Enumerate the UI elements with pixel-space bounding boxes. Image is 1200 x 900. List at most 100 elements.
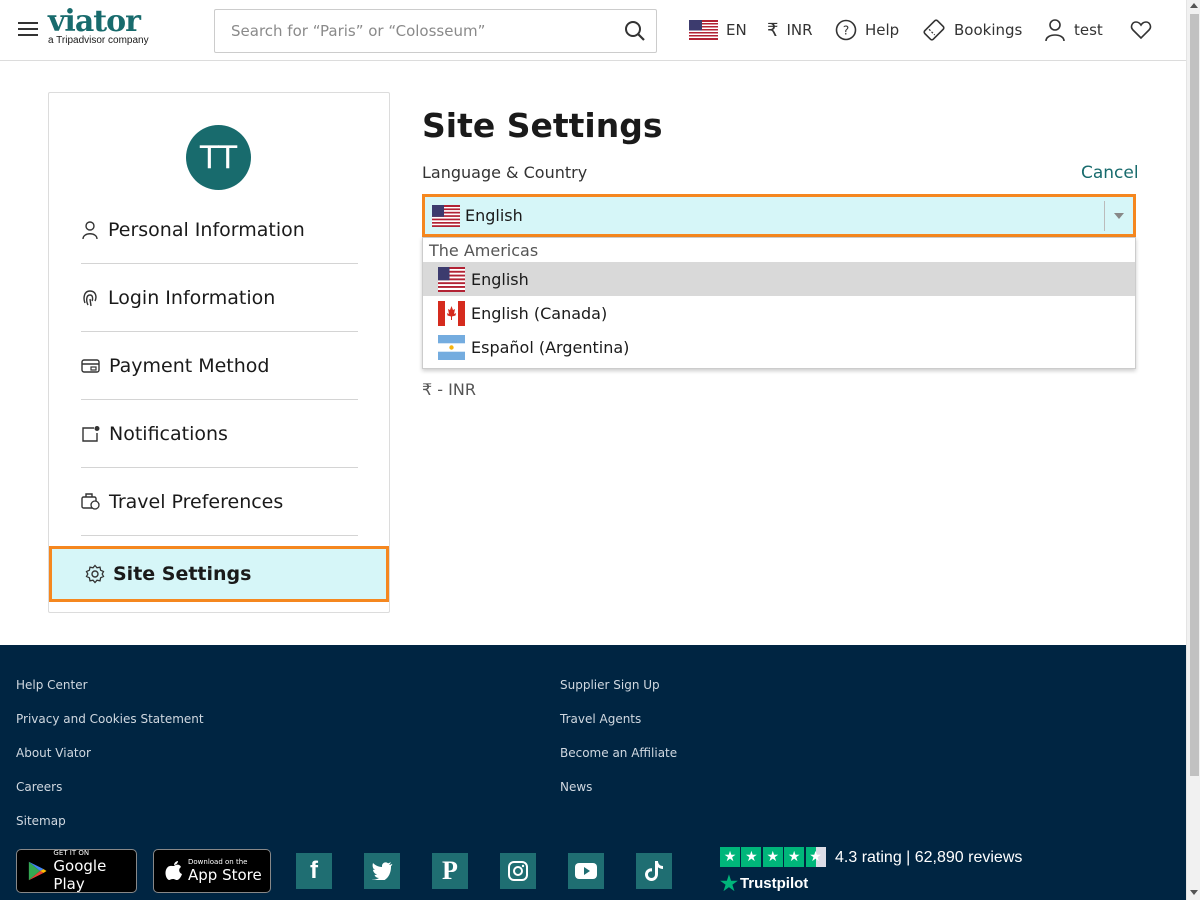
footer-link-affiliate[interactable]: Become an Affiliate (560, 746, 677, 760)
logo-subtitle: a Tripadvisor company (48, 35, 149, 46)
notification-icon (82, 425, 100, 442)
app-store-small-text: Download on the (188, 858, 248, 866)
search-box[interactable] (214, 9, 657, 53)
half-star-icon: ★ (805, 847, 826, 867)
option-label: English (471, 269, 529, 289)
option-english-canada[interactable]: English (Canada) (423, 296, 1135, 330)
option-espanol-argentina[interactable]: Español (Argentina) (423, 330, 1135, 364)
svg-text:?: ? (843, 24, 849, 38)
google-play-small-text: GET IT ON (53, 849, 90, 857)
avatar: TT (186, 125, 251, 190)
bookings-link[interactable]: Bookings (922, 16, 1022, 44)
twitter-icon[interactable] (364, 853, 400, 889)
search-input[interactable] (215, 10, 605, 52)
us-flag-icon (432, 204, 460, 227)
footer-link-about[interactable]: About Viator (16, 746, 91, 760)
sidebar-item-site-settings[interactable]: Site Settings (49, 546, 389, 602)
sidebar-item-label: Travel Preferences (109, 490, 284, 513)
account-link[interactable]: test (1044, 16, 1103, 44)
us-flag-icon (689, 20, 718, 40)
help-icon: ? (835, 19, 857, 41)
pinterest-icon[interactable]: P (432, 853, 468, 889)
option-label: Español (Argentina) (471, 337, 630, 357)
star-icon: ★ (720, 847, 740, 867)
sidebar-item-label: Site Settings (113, 563, 252, 585)
app-store-badge[interactable]: Download on the App Store (153, 849, 271, 893)
option-english[interactable]: English (423, 262, 1135, 296)
google-play-badge[interactable]: GET IT ON Google Play (16, 849, 137, 893)
canada-flag-icon (438, 300, 465, 326)
sidebar-item-travel-preferences[interactable]: Travel Preferences (81, 468, 358, 536)
dropdown-group-label: The Americas (429, 241, 539, 260)
selected-language: English (465, 206, 523, 225)
instagram-icon[interactable] (500, 853, 536, 889)
footer-link-help-center[interactable]: Help Center (16, 678, 88, 692)
site-header: viator a Tripadvisor company EN ₹ INR ? … (0, 0, 1186, 61)
sidebar-item-label: Login Information (108, 286, 276, 309)
gear-icon (85, 564, 105, 584)
youtube-icon[interactable] (568, 853, 604, 889)
facebook-icon[interactable]: f (296, 853, 332, 889)
help-link[interactable]: ? Help (835, 16, 899, 44)
trustpilot-logo[interactable]: ★ Trustpilot (720, 871, 808, 896)
sidebar-item-label: Payment Method (109, 354, 270, 377)
google-play-text: Google Play (53, 857, 107, 893)
language-dropdown: The Americas English English (Canada) Es… (422, 237, 1136, 369)
footer-link-sitemap[interactable]: Sitemap (16, 814, 66, 828)
language-label: EN (726, 21, 747, 39)
user-icon (1045, 19, 1065, 42)
bookings-label: Bookings (954, 21, 1023, 39)
footer-link-travel-agents[interactable]: Travel Agents (560, 712, 641, 726)
help-label: Help (865, 21, 900, 39)
luggage-icon (81, 493, 100, 510)
rupee-icon: ₹ (767, 19, 779, 41)
apple-icon (165, 861, 182, 880)
currency-value: ₹ - INR (422, 380, 476, 399)
fingerprint-icon (83, 289, 97, 306)
us-flag-icon (438, 266, 465, 292)
site-footer: Help Center Privacy and Cookies Statemen… (0, 645, 1186, 900)
wishlist-link[interactable] (1130, 16, 1152, 44)
tiktok-icon[interactable] (636, 853, 672, 889)
chevron-down-icon[interactable] (1114, 213, 1124, 219)
sidebar-item-notifications[interactable]: Notifications (81, 400, 358, 468)
scroll-down-arrow-icon[interactable] (1190, 890, 1198, 895)
currency-selector[interactable]: ₹ INR (767, 16, 813, 44)
sidebar-item-login-information[interactable]: Login Information (81, 264, 358, 332)
sidebar-item-label: Personal Information (108, 218, 305, 241)
scrollbar-thumb[interactable] (1190, 14, 1199, 776)
rating-text[interactable]: 4.3 rating | 62,890 reviews (835, 849, 1022, 867)
user-label: test (1074, 21, 1103, 39)
page-scrollbar[interactable] (1186, 0, 1200, 900)
option-label: English (Canada) (471, 303, 608, 323)
viator-logo[interactable]: viator a Tripadvisor company (48, 4, 149, 46)
search-icon[interactable] (624, 20, 646, 42)
sidebar-item-label: Notifications (109, 422, 228, 445)
google-play-icon (28, 861, 47, 881)
language-country-label: Language & Country (422, 163, 588, 182)
star-icon: ★ (762, 847, 783, 867)
cancel-button[interactable]: Cancel (1081, 163, 1139, 183)
language-select[interactable]: English (422, 194, 1136, 237)
ticket-icon (923, 19, 945, 41)
account-sidebar: TT Personal Information Login Informatio… (48, 92, 390, 613)
language-selector[interactable]: EN (689, 16, 747, 44)
logo-text: viator (48, 4, 141, 39)
person-icon (82, 220, 98, 239)
footer-link-privacy[interactable]: Privacy and Cookies Statement (16, 712, 204, 726)
heart-icon (1130, 21, 1152, 40)
hamburger-menu-icon[interactable] (18, 22, 38, 38)
trustpilot-stars: ★ ★ ★ ★ ★ (720, 847, 827, 867)
sidebar-item-personal-information[interactable]: Personal Information (81, 196, 358, 264)
footer-link-careers[interactable]: Careers (16, 780, 62, 794)
footer-link-news[interactable]: News (560, 780, 592, 794)
sidebar-item-payment-method[interactable]: Payment Method (81, 332, 358, 400)
footer-link-supplier-signup[interactable]: Supplier Sign Up (560, 678, 660, 692)
star-icon: ★ (741, 847, 762, 867)
trustpilot-label: Trustpilot (739, 875, 809, 892)
argentina-flag-icon (438, 334, 465, 360)
scroll-up-arrow-icon[interactable] (1190, 3, 1198, 8)
page-title: Site Settings (422, 106, 663, 145)
trustpilot-star-icon: ★ (720, 873, 738, 895)
select-divider (1104, 201, 1105, 231)
